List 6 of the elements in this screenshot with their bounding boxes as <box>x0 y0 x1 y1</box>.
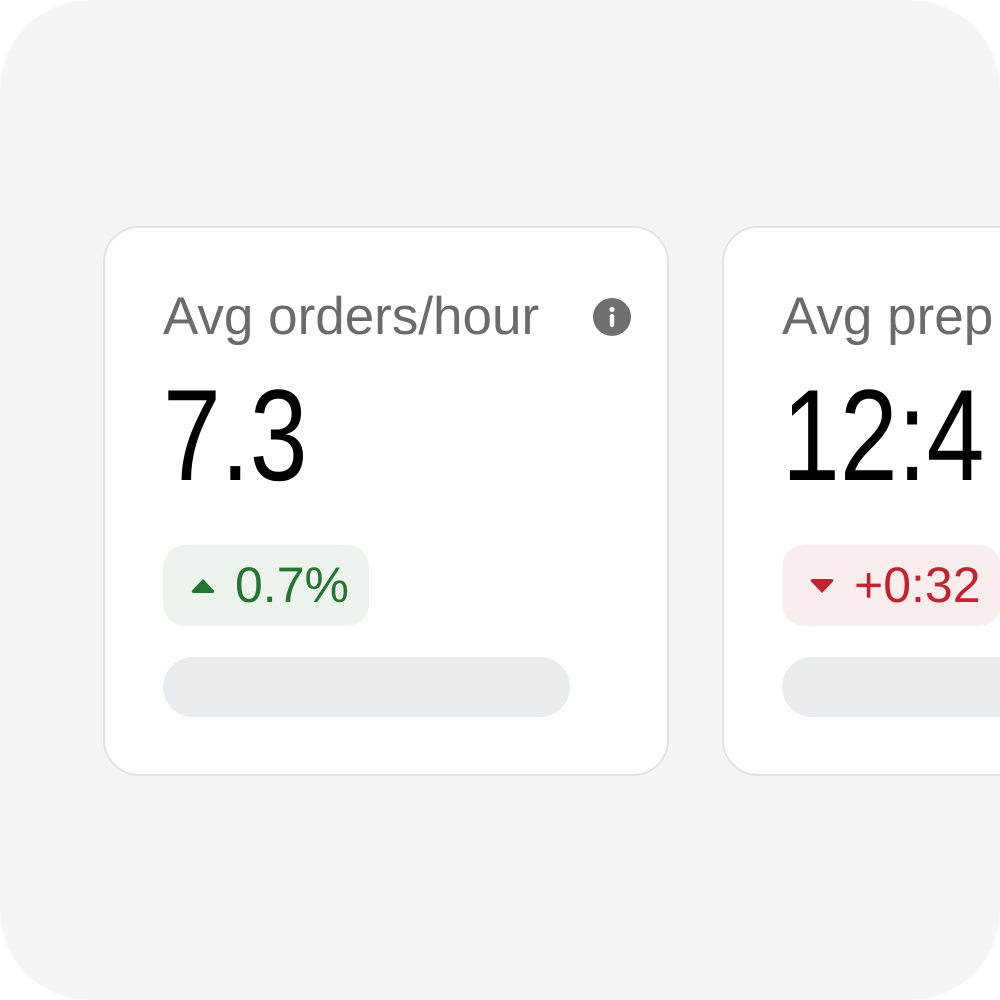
card-title: Avg orders/hour <box>163 286 540 348</box>
change-value: 0.7% <box>235 556 349 615</box>
metric-value: 12:4 <box>782 370 984 500</box>
card-title: Avg prep <box>782 286 994 348</box>
metric-value: 7.3 <box>163 370 308 500</box>
change-value: +0:32 <box>854 556 981 615</box>
